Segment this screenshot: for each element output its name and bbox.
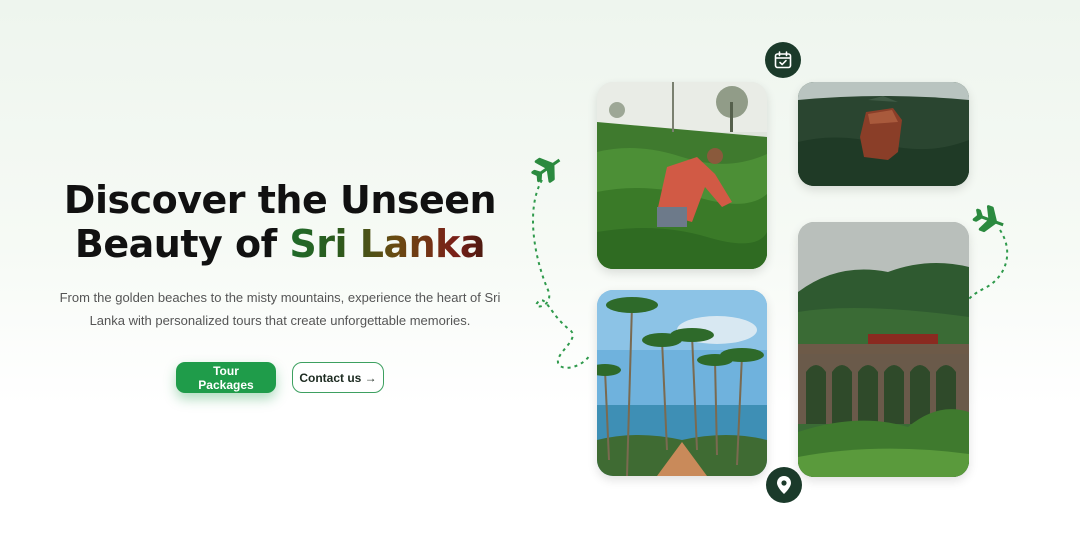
hero-title: Discover the Unseen Beauty of Sri Lanka [40,178,520,266]
airplane-icon [531,157,561,183]
hero-title-line2: Beauty of Sri Lanka [40,222,520,266]
calendar-badge [765,42,801,78]
hero-section: Discover the Unseen Beauty of Sri Lanka … [40,178,520,393]
calendar-check-icon [774,51,792,69]
airplane-icon [972,205,1004,233]
flight-path-right [963,205,1009,307]
tour-packages-button[interactable]: Tour Packages [176,362,276,393]
contact-us-button[interactable]: Contact us → [292,362,384,393]
hero-title-line1: Discover the Unseen [63,178,497,222]
hero-description: From the golden beaches to the misty mou… [59,290,501,328]
nine-arch-bridge-photo [798,222,969,477]
location-pin-icon [777,476,791,494]
tea-plantation-photo [597,82,767,269]
location-badge [766,467,802,503]
hero-title-prefix: Beauty of [74,222,290,266]
sigiriya-rock-photo [798,82,969,186]
cta-row: Tour Packages Contact us → [40,362,520,393]
hero-title-accent: Sri Lanka [289,222,486,266]
palm-beach-photo [597,290,767,476]
